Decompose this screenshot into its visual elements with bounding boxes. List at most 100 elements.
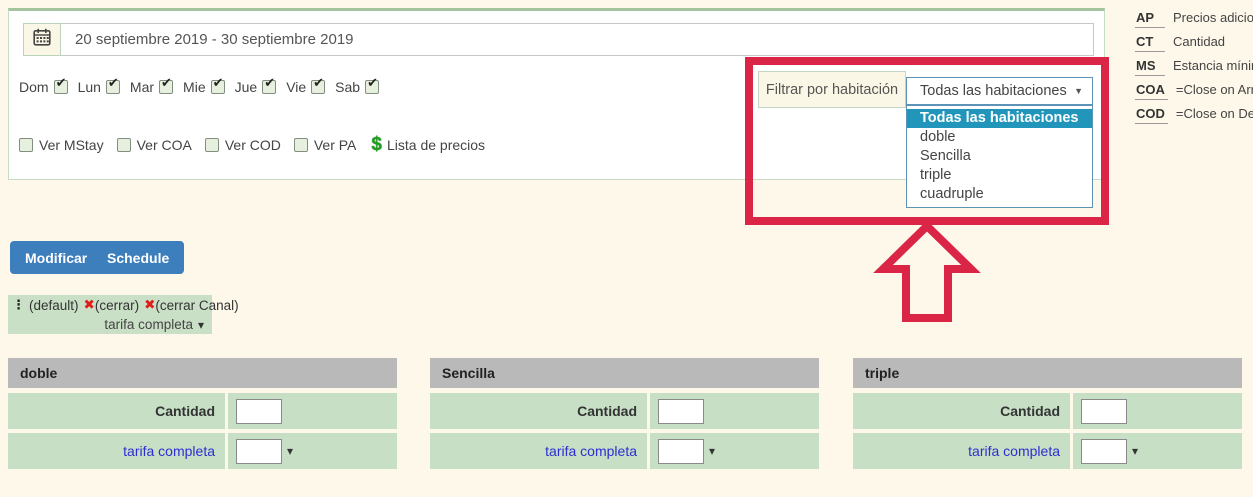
rate-input[interactable]: [1081, 439, 1127, 464]
room-filter-option[interactable]: cuadruple: [907, 185, 1092, 204]
legend-abbr: CT: [1135, 34, 1165, 52]
cantidad-label: Cantidad: [577, 403, 637, 419]
check-icon: ✔: [108, 76, 119, 90]
weekday-checkbox[interactable]: ✔: [106, 80, 120, 94]
weekday-label: Mie: [183, 79, 206, 95]
calendar-icon: [32, 27, 52, 52]
weekday-label: Lun: [78, 79, 101, 95]
weekday-label: Dom: [19, 79, 49, 95]
row-label-cell: Cantidad: [853, 393, 1070, 429]
schedule-button[interactable]: Schedule: [92, 241, 184, 274]
room-filter-selected-value: Todas las habitaciones: [920, 83, 1067, 99]
calendar-button[interactable]: [23, 23, 61, 56]
view-option-checkbox[interactable]: [294, 138, 308, 152]
rate-name-bar[interactable]: tarifa completa ▾: [8, 315, 212, 334]
view-option-label: Ver COD: [225, 137, 281, 153]
view-option-label: Ver MStay: [39, 137, 104, 153]
rate-input[interactable]: [236, 439, 282, 464]
table-row: Cantidad: [430, 393, 819, 429]
row-input-cell: ▾: [650, 433, 819, 469]
legend-text: Precios adicionales: [1173, 10, 1253, 25]
room-table-title: Sencilla: [430, 358, 819, 388]
close-channel-icon[interactable]: ✖: [144, 297, 155, 313]
caret-down-icon[interactable]: ▾: [709, 444, 715, 458]
weekday-label: Mar: [130, 79, 154, 95]
legend-abbr: MS: [1135, 58, 1165, 76]
weekday-checkbox[interactable]: ✔: [365, 80, 379, 94]
table-row: Cantidad: [853, 393, 1242, 429]
cantidad-input[interactable]: [236, 399, 282, 424]
close-icon[interactable]: ✖: [84, 297, 95, 313]
modificar-button[interactable]: Modificar: [10, 241, 102, 274]
date-range-group: 20 septiembre 2019 - 30 septiembre 2019: [23, 23, 1094, 56]
rate-plan-bar: ⋮ (default) ✖ (cerrar) ✖ (cerrar Canal): [8, 295, 212, 315]
view-options-row: Ver MStayVer COAVer CODVer PA$Lista de p…: [19, 134, 498, 156]
price-list-link[interactable]: Lista de precios: [387, 137, 485, 153]
view-option-checkbox[interactable]: [117, 138, 131, 152]
caret-down-icon[interactable]: ▾: [287, 444, 293, 458]
row-label-cell: tarifa completa: [8, 433, 225, 469]
weekday-label: Sab: [335, 79, 360, 95]
weekday-checkbox[interactable]: ✔: [262, 80, 276, 94]
weekday-label: Jue: [235, 79, 258, 95]
legend-text: Cantidad: [1173, 34, 1225, 49]
cantidad-input[interactable]: [658, 399, 704, 424]
room-filter-option[interactable]: doble: [907, 128, 1092, 147]
legend-text: =Close on Departure: [1176, 106, 1253, 121]
room-table-triple: triple Cantidad tarifa completa ▾: [853, 358, 1242, 473]
check-icon: ✔: [313, 76, 324, 90]
default-rate-link[interactable]: (default): [29, 298, 79, 313]
row-input-cell: ▾: [228, 433, 397, 469]
table-row: tarifa completa ▾: [8, 433, 397, 469]
table-row: Cantidad: [8, 393, 397, 429]
legend-abbr: COA: [1135, 82, 1168, 100]
room-table-title: triple: [853, 358, 1242, 388]
view-option-label: Ver PA: [314, 137, 357, 153]
cantidad-label: Cantidad: [155, 403, 215, 419]
room-filter-option[interactable]: Todas las habitaciones: [907, 109, 1092, 128]
room-filter-option[interactable]: triple: [907, 166, 1092, 185]
cerrar-link[interactable]: (cerrar): [95, 298, 139, 313]
legend-text: =Close on Arrival: [1176, 82, 1253, 97]
weekday-label: Vie: [286, 79, 306, 95]
date-range-input[interactable]: 20 septiembre 2019 - 30 septiembre 2019: [61, 23, 1094, 56]
legend: APPrecios adicionalesCT Cantidad MS Estanci…: [1135, 10, 1253, 130]
room-filter-select[interactable]: Todas las habitaciones ▼: [906, 77, 1093, 105]
weekday-checkbox[interactable]: ✔: [311, 80, 325, 94]
weekday-checkbox[interactable]: ✔: [54, 80, 68, 94]
row-input-cell: ▾: [1073, 433, 1242, 469]
row-label-cell: tarifa completa: [853, 433, 1070, 469]
room-filter-option[interactable]: Sencilla: [907, 147, 1092, 166]
drag-handle-icon[interactable]: ⋮: [12, 297, 25, 313]
cantidad-input[interactable]: [1081, 399, 1127, 424]
row-label-cell: Cantidad: [8, 393, 225, 429]
legend-item: APPrecios adicionales: [1135, 10, 1253, 34]
room-filter-dropdown: Todas las habitacionesdobleSencillatripl…: [906, 105, 1093, 208]
room-filter-label: Filtrar por habitación: [758, 71, 906, 108]
check-icon: ✔: [213, 76, 224, 90]
rate-link[interactable]: tarifa completa: [968, 443, 1060, 459]
rate-name-label: tarifa completa: [104, 317, 193, 332]
row-input-cell: [1073, 393, 1242, 429]
weekday-checkbox[interactable]: ✔: [159, 80, 173, 94]
page: 20 septiembre 2019 - 30 septiembre 2019 …: [0, 0, 1253, 497]
rate-link[interactable]: tarifa completa: [545, 443, 637, 459]
legend-item: CT Cantidad: [1135, 34, 1253, 58]
weekday-checkbox[interactable]: ✔: [211, 80, 225, 94]
view-option-checkbox[interactable]: [19, 138, 33, 152]
dollar-icon: $: [371, 134, 382, 156]
view-option-checkbox[interactable]: [205, 138, 219, 152]
table-row: tarifa completa ▾: [853, 433, 1242, 469]
row-label-cell: Cantidad: [430, 393, 647, 429]
row-label-cell: tarifa completa: [430, 433, 647, 469]
select-arrow-icon: ▼: [1074, 86, 1083, 96]
rate-link[interactable]: tarifa completa: [123, 443, 215, 459]
legend-text: Estancia mínima: [1173, 58, 1253, 73]
cerrar-canal-link[interactable]: (cerrar Canal): [155, 298, 238, 313]
check-icon: ✔: [56, 76, 67, 90]
caret-down-icon[interactable]: ▾: [1132, 444, 1138, 458]
annotation-arrow-icon: [872, 222, 982, 322]
row-input-cell: [228, 393, 397, 429]
rate-input[interactable]: [658, 439, 704, 464]
check-icon: ✔: [367, 76, 378, 90]
